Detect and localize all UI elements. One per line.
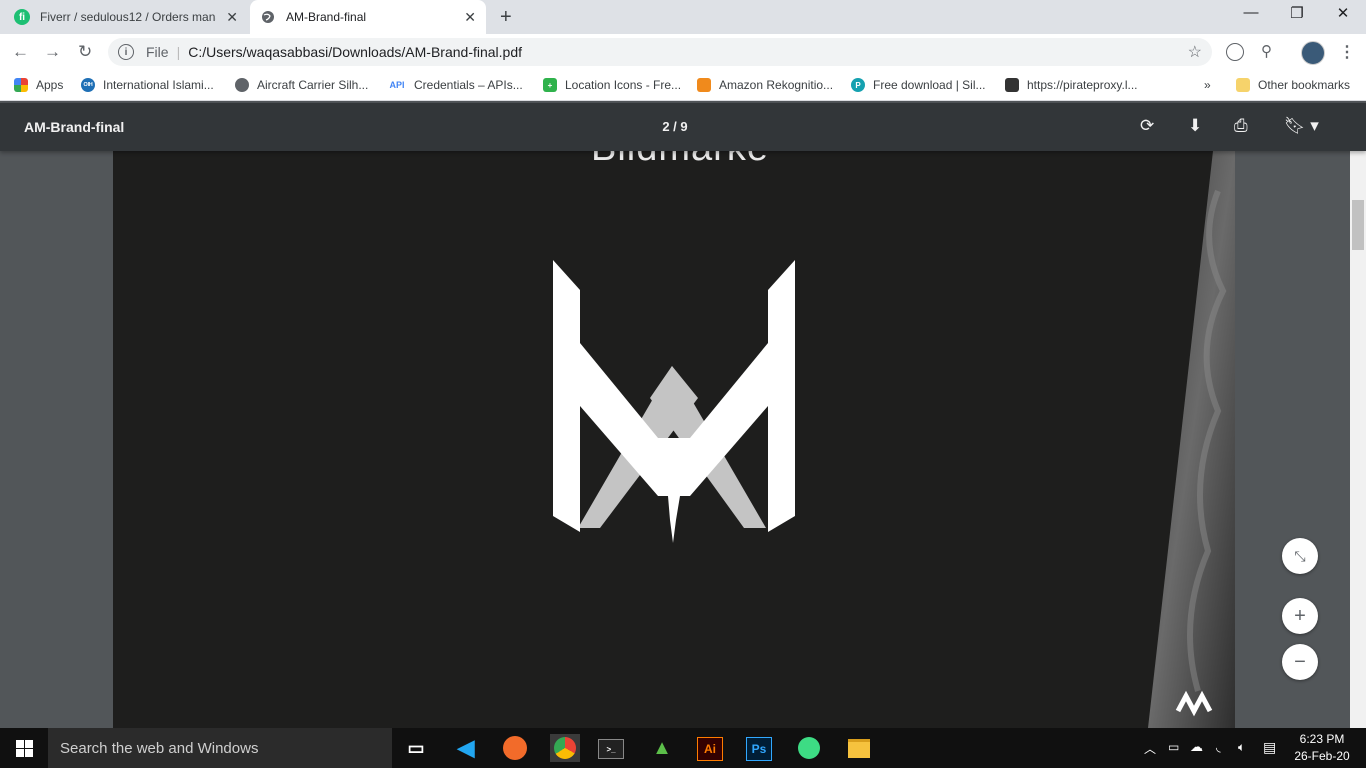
bookmark-aircraft-carrier[interactable]: Aircraft Carrier Silh... (235, 76, 368, 94)
onedrive-cloud-icon[interactable]: ☁ (1190, 739, 1203, 755)
close-window-button[interactable]: ✕ (1320, 4, 1366, 22)
terminal-icon[interactable]: >_ (598, 739, 624, 759)
bookmark-label: Free download | Sil... (873, 78, 986, 92)
vscode-icon[interactable]: ◀ (452, 734, 480, 762)
globe-icon (260, 9, 276, 25)
bookmarks-overflow-button[interactable]: » (1204, 76, 1211, 94)
bookmark-location-icons[interactable]: + Location Icons - Fre... (543, 76, 681, 94)
rocket-app-icon[interactable]: ▲ (648, 734, 676, 762)
bookmark-label: International Islami... (103, 78, 214, 92)
p-icon: P (851, 78, 865, 92)
location-pin-icon[interactable]: ⚲ (1261, 42, 1272, 60)
chevron-more-icon: » (1204, 78, 1211, 92)
close-tab-icon[interactable]: ✕ (226, 9, 238, 26)
bookmark-label: Other bookmarks (1258, 78, 1351, 92)
url-text: C:/Users/waqasabbasi/Downloads/AM-Brand-… (188, 44, 523, 60)
extension-icon[interactable] (1226, 43, 1244, 61)
fit-page-button[interactable]: ⤡ (1282, 538, 1318, 574)
cube-icon (697, 78, 711, 92)
bookmark-dropdown-icon[interactable]: 🔖︎ ▾ (1284, 116, 1319, 136)
fiverr-icon: fi (14, 9, 30, 25)
bookmark-label: Credentials – APIs... (414, 78, 523, 92)
android-studio-icon[interactable] (795, 734, 823, 762)
download-icon[interactable]: ⬇ (1188, 116, 1202, 136)
windows-start-icon[interactable] (16, 740, 33, 757)
bookmark-label: Apps (36, 78, 64, 92)
profile-avatar[interactable] (1301, 41, 1325, 65)
site-icon: ᴼᴵᴴ (81, 78, 95, 92)
chrome-icon[interactable] (550, 734, 580, 762)
volume-icon[interactable]: 🔈︎ (1238, 740, 1245, 755)
print-icon[interactable]: ⎙ (1234, 116, 1248, 136)
taskbar-clock[interactable]: 6:23 PM 26-Feb-20 (1290, 731, 1354, 765)
bookmark-apps[interactable]: Apps (14, 76, 63, 94)
bookmark-label: Amazon Rekognitio... (719, 78, 834, 92)
bookmark-label: Location Icons - Fre... (565, 78, 682, 92)
minimize-button[interactable]: — (1228, 4, 1274, 21)
illustrator-icon[interactable]: Ai (697, 737, 723, 761)
bookmark-label: https://pirateproxy.l... (1027, 78, 1138, 92)
separator: | (176, 44, 181, 60)
clock-date: 26-Feb-20 (1294, 749, 1350, 763)
back-arrow-icon[interactable]: ← (12, 42, 29, 62)
brand-logo-mark (553, 260, 795, 543)
new-tab-button[interactable]: + (500, 6, 512, 29)
ship-icon (1005, 78, 1019, 92)
notifications-icon[interactable]: ▤ (1263, 739, 1276, 756)
wifi-icon[interactable]: ◟ (1216, 740, 1221, 754)
photoshop-icon[interactable]: Ps (746, 737, 772, 761)
close-tab-icon[interactable]: ✕ (464, 9, 476, 26)
file-explorer-icon[interactable] (845, 734, 873, 762)
tab-label: Fiverr / sedulous12 / Orders manage (40, 10, 216, 24)
tab-fiverr[interactable]: fi Fiverr / sedulous12 / Orders manage ✕ (14, 0, 248, 34)
page-indicator[interactable]: 2 / 9 (600, 119, 750, 134)
address-bar[interactable]: i File | C:/Users/waqasabbasi/Downloads/… (108, 38, 1212, 66)
tray-chevron-up-icon[interactable]: ︿ (1144, 740, 1156, 757)
bookmark-credentials-apis[interactable]: API Credentials – APIs... (388, 76, 523, 94)
scrollbar-thumb[interactable] (1352, 200, 1364, 250)
folder-icon (1236, 78, 1250, 92)
scheme-label: File (146, 44, 169, 60)
bookmark-label: Aircraft Carrier Silh... (257, 78, 369, 92)
bookmark-other-bookmarks[interactable]: Other bookmarks (1236, 76, 1350, 94)
bookmark-international-islami[interactable]: ᴼᴵᴴ International Islami... (81, 76, 214, 94)
tab-label: AM-Brand-final (286, 10, 367, 24)
apps-grid-icon (14, 78, 28, 92)
bookmark-star-icon[interactable]: ☆ (1188, 42, 1202, 62)
globe-icon (235, 78, 249, 92)
taskbar-search-box[interactable]: Search the web and Windows (48, 728, 392, 768)
task-view-icon[interactable]: ▭ (402, 734, 430, 762)
smoke-texture-image (1148, 151, 1235, 728)
app-orange-icon[interactable] (501, 734, 529, 762)
plus-square-icon: + (543, 78, 557, 92)
info-icon[interactable]: i (118, 44, 134, 60)
menu-kebab-icon[interactable]: ⋮ (1339, 42, 1355, 62)
bookmark-amazon-rekognition[interactable]: Amazon Rekognitio... (697, 76, 833, 94)
rotate-icon[interactable]: ⟳ (1140, 116, 1154, 136)
api-icon: API (389, 80, 405, 90)
pdf-title: AM-Brand-final (24, 119, 125, 135)
clock-time: 6:23 PM (1299, 732, 1345, 746)
forward-arrow-icon[interactable]: → (44, 42, 61, 62)
zoom-in-button[interactable]: + (1282, 598, 1318, 634)
tab-am-brand-final[interactable]: AM-Brand-final ✕ (250, 0, 486, 34)
battery-icon[interactable]: ▭ (1168, 740, 1179, 754)
restore-button[interactable]: ❐ (1274, 4, 1320, 22)
bookmark-pirateproxy[interactable]: https://pirateproxy.l... (1005, 76, 1138, 94)
bookmark-free-download[interactable]: P Free download | Sil... (851, 76, 986, 94)
reload-icon[interactable]: ↻ (78, 42, 92, 62)
zoom-out-button[interactable]: − (1282, 644, 1318, 680)
